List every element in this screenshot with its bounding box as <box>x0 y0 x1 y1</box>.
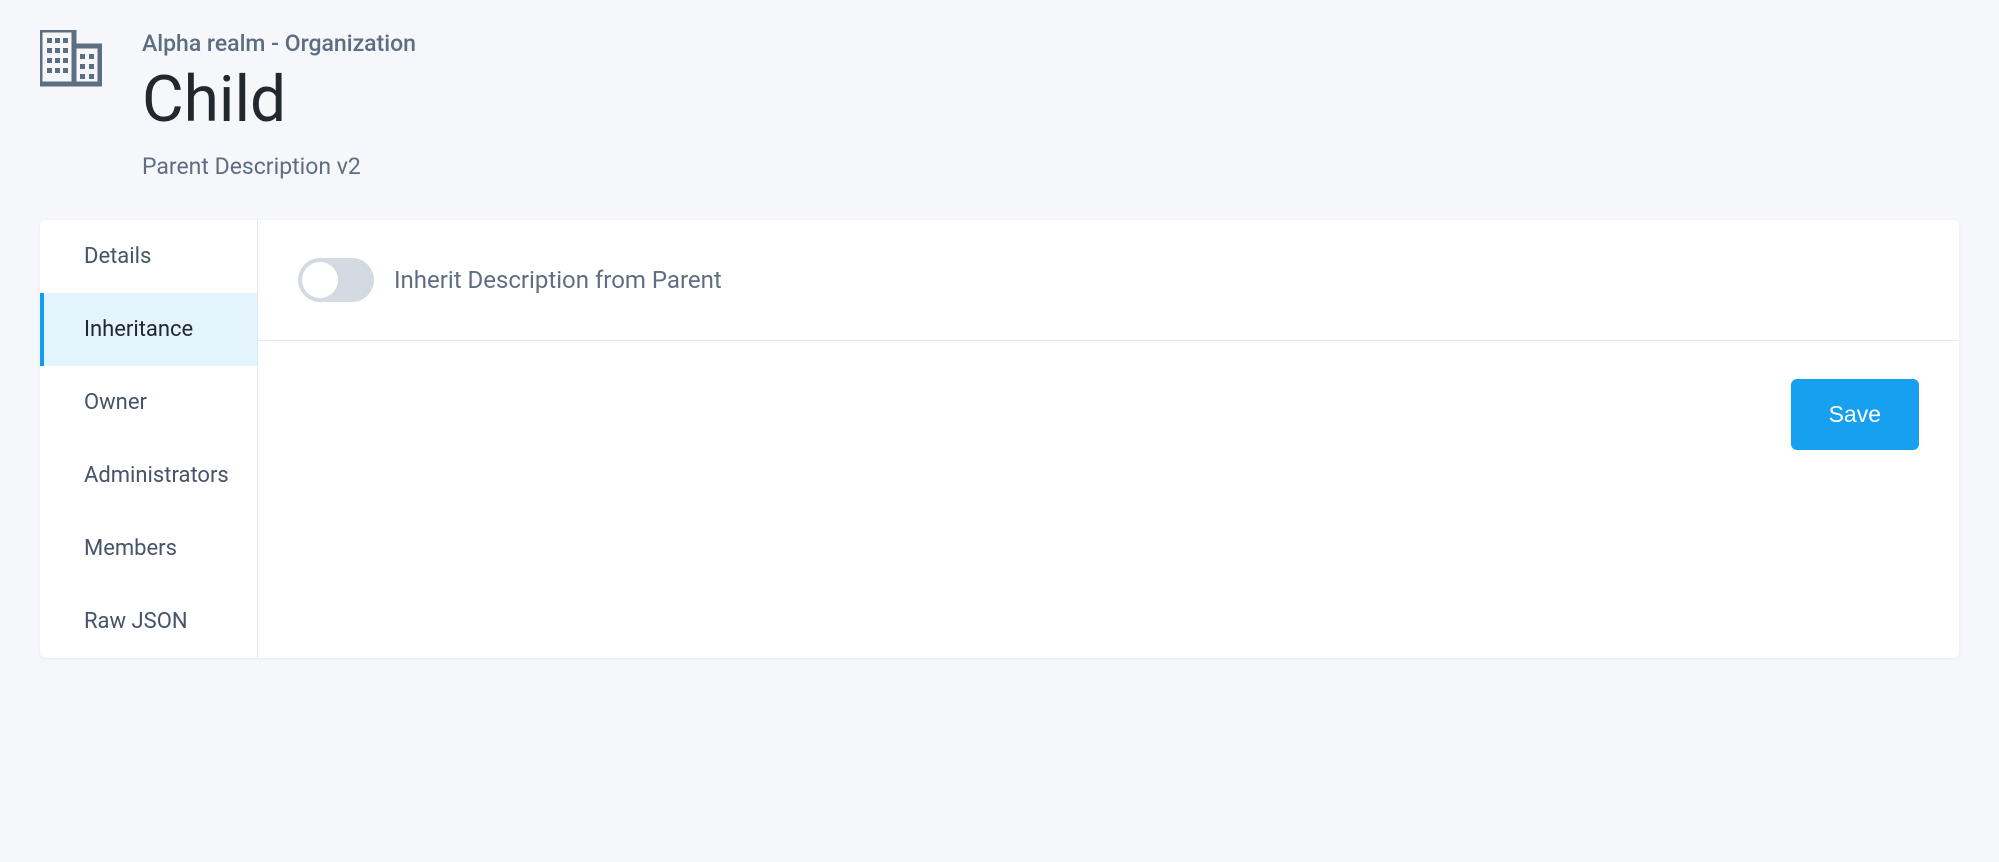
sidebar-item-label: Members <box>84 536 177 561</box>
sidebar-tabs: Details Inheritance Owner Administrators… <box>40 220 258 658</box>
tab-inheritance[interactable]: Inheritance <box>40 293 257 366</box>
tab-raw-json[interactable]: Raw JSON <box>40 585 257 658</box>
inherit-description-toggle[interactable] <box>298 258 374 302</box>
actions-bar: Save <box>258 341 1959 488</box>
sidebar-item-label: Owner <box>84 390 147 415</box>
inherit-toggle-section: Inherit Description from Parent <box>258 220 1959 341</box>
organization-building-icon <box>40 30 102 92</box>
toggle-label: Inherit Description from Parent <box>394 266 722 294</box>
main-panel: Inherit Description from Parent Save <box>258 220 1959 658</box>
content-card: Details Inheritance Owner Administrators… <box>40 220 1959 658</box>
sidebar-item-label: Raw JSON <box>84 609 188 634</box>
page-container: Alpha realm - Organization Child Parent … <box>0 0 1999 658</box>
page-header: Alpha realm - Organization Child Parent … <box>0 0 1999 210</box>
page-title: Child <box>142 65 416 135</box>
sidebar-item-label: Administrators <box>84 463 229 488</box>
sidebar-item-label: Inheritance <box>84 317 193 342</box>
tab-administrators[interactable]: Administrators <box>40 439 257 512</box>
tab-owner[interactable]: Owner <box>40 366 257 439</box>
tab-members[interactable]: Members <box>40 512 257 585</box>
toggle-knob <box>302 262 338 298</box>
header-text: Alpha realm - Organization Child Parent … <box>142 30 416 180</box>
sidebar-item-label: Details <box>84 244 151 269</box>
save-button[interactable]: Save <box>1791 379 1919 450</box>
page-description: Parent Description v2 <box>142 153 416 180</box>
tab-details[interactable]: Details <box>40 220 257 293</box>
breadcrumb: Alpha realm - Organization <box>142 30 416 57</box>
